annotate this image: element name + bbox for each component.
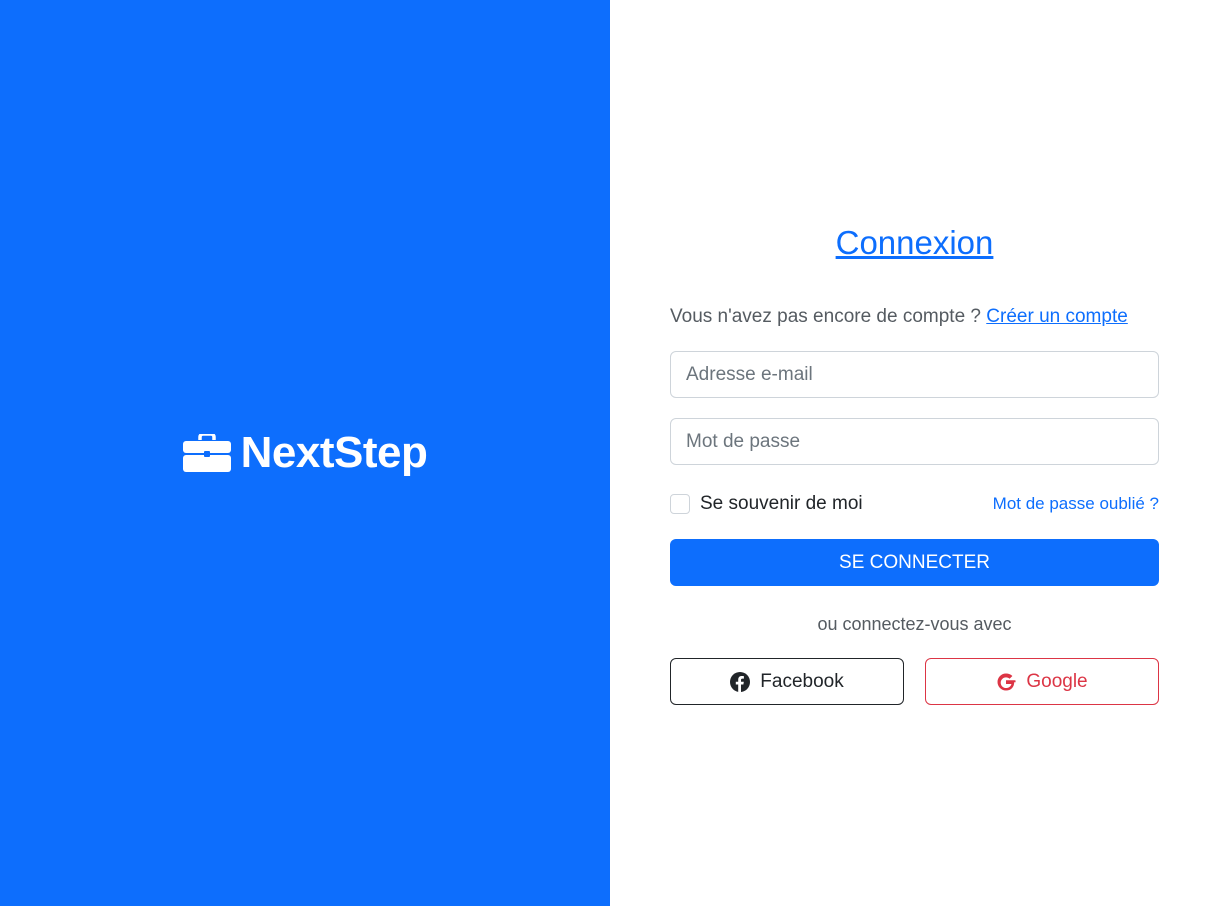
login-form: Connexion Vous n'avez pas encore de comp… (670, 222, 1159, 705)
remember-label: Se souvenir de moi (700, 493, 863, 514)
social-login-row: Facebook Google (670, 658, 1159, 705)
brand-name: NextStep (240, 428, 428, 477)
email-input[interactable] (670, 351, 1159, 398)
password-input[interactable] (670, 418, 1159, 465)
login-button[interactable]: SE CONNECTER (670, 539, 1159, 586)
briefcase-icon (182, 434, 231, 472)
google-label: Google (1026, 670, 1088, 692)
facebook-label: Facebook (760, 670, 844, 692)
forgot-password-link[interactable]: Mot de passe oublié ? (993, 494, 1159, 514)
brand-logo: NextStep (182, 428, 428, 478)
signup-prompt-text: Vous n'avez pas encore de compte ? (670, 306, 981, 327)
options-row: Se souvenir de moi Mot de passe oublié ? (670, 489, 1159, 519)
login-panel: Connexion Vous n'avez pas encore de comp… (610, 0, 1215, 906)
google-icon (996, 672, 1016, 692)
remember-checkbox[interactable] (670, 494, 690, 514)
signup-prompt: Vous n'avez pas encore de compte ? Créer… (670, 304, 1159, 330)
facebook-button[interactable]: Facebook (670, 658, 904, 705)
alt-login-text: ou connectez-vous avec (817, 614, 1012, 634)
signup-link[interactable]: Créer un compte (986, 306, 1128, 327)
page-title[interactable]: Connexion (670, 222, 1159, 264)
google-button[interactable]: Google (925, 658, 1159, 705)
remember-me[interactable]: Se souvenir de moi (670, 493, 863, 515)
facebook-icon (730, 671, 751, 692)
brand-panel: NextStep (0, 0, 610, 906)
